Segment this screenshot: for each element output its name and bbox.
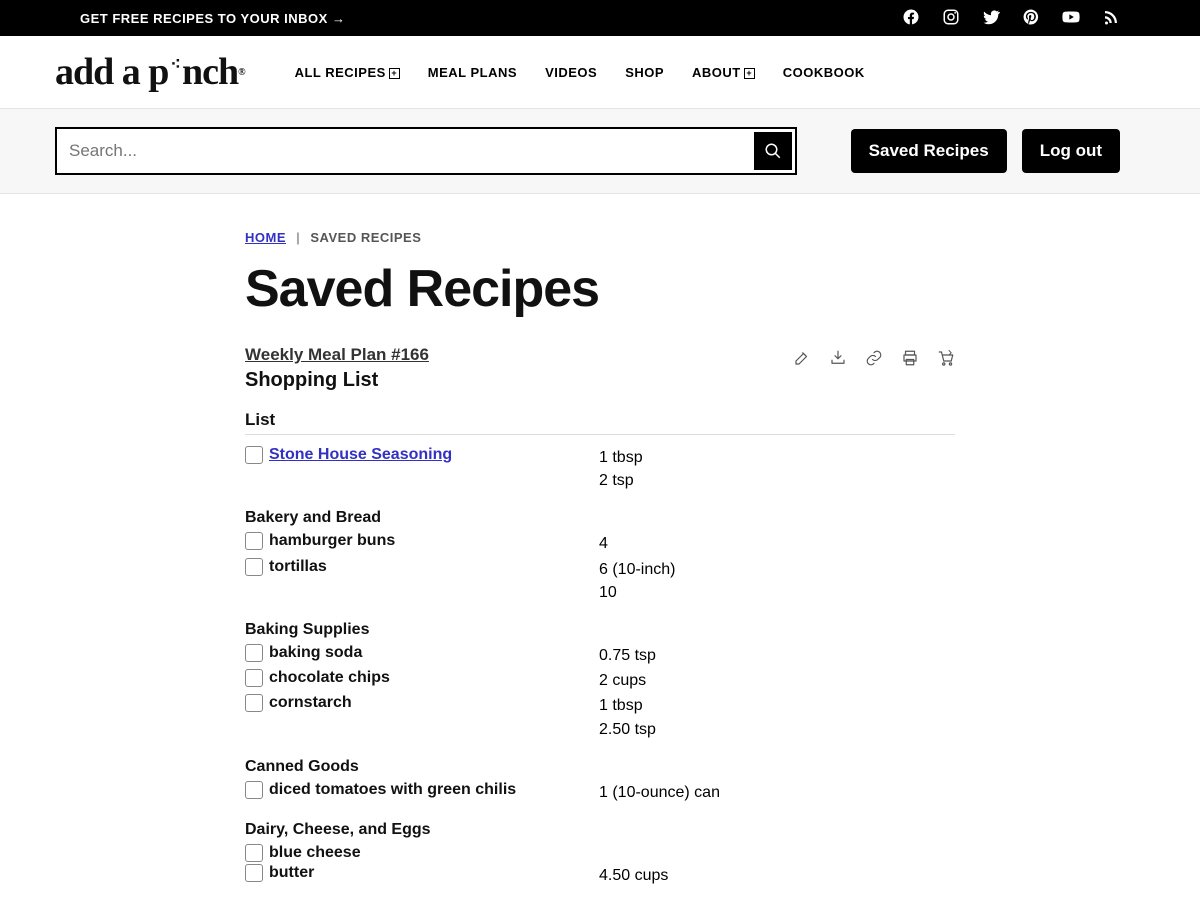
- section-label-list: List: [245, 410, 955, 435]
- social-links: [902, 8, 1120, 29]
- breadcrumb-current: SAVED RECIPES: [310, 230, 421, 245]
- item-checkbox[interactable]: [245, 781, 263, 799]
- logo-text-b: nch: [182, 50, 238, 94]
- download-icon[interactable]: [829, 349, 847, 367]
- item-checkbox[interactable]: [245, 844, 263, 862]
- item-checkbox[interactable]: [245, 558, 263, 576]
- page-title: Saved Recipes: [245, 259, 955, 319]
- breadcrumb: HOME | SAVED RECIPES: [245, 230, 955, 245]
- print-icon[interactable]: [901, 349, 919, 367]
- item-qty: 10: [599, 581, 955, 604]
- breadcrumb-sep: |: [296, 230, 300, 245]
- list-item: chocolate chips2 cups: [245, 668, 955, 693]
- plus-icon: +: [389, 68, 400, 79]
- item-qty: 2.50 tsp: [599, 718, 955, 741]
- facebook-icon[interactable]: [902, 8, 920, 29]
- youtube-icon[interactable]: [1062, 8, 1080, 29]
- list-item: blue cheese: [245, 843, 955, 863]
- item-name: blue cheese: [269, 844, 599, 862]
- search-box: [55, 127, 797, 175]
- search-icon: [764, 142, 782, 160]
- edit-icon[interactable]: [793, 349, 811, 367]
- nav-meal-plans[interactable]: MEAL PLANS: [428, 65, 517, 80]
- logo-text-a: add a p: [55, 50, 168, 94]
- item-checkbox[interactable]: [245, 644, 263, 662]
- item-name-link[interactable]: Stone House Seasoning: [269, 446, 599, 464]
- item-qty: 0.75 tsp: [599, 644, 955, 667]
- list-item: hamburger buns4: [245, 531, 955, 556]
- list-item: baking soda0.75 tsp: [245, 643, 955, 668]
- plus-icon: +: [744, 68, 755, 79]
- item-name: butter: [269, 864, 599, 882]
- category-heading: Canned Goods: [245, 758, 955, 776]
- site-logo[interactable]: add a p nch®: [55, 50, 245, 94]
- saved-recipes-button[interactable]: Saved Recipes: [851, 129, 1007, 173]
- item-qty-col: 4: [599, 532, 955, 555]
- item-checkbox[interactable]: [245, 694, 263, 712]
- item-name: diced tomatoes with green chilis: [269, 781, 599, 799]
- meal-plan-link[interactable]: Weekly Meal Plan #166: [245, 345, 429, 364]
- category-heading: Dairy, Cheese, and Eggs: [245, 821, 955, 839]
- item-qty: 4.50 cups: [599, 864, 955, 887]
- list-header: Weekly Meal Plan #166 Shopping List: [245, 345, 955, 392]
- item-name: baking soda: [269, 644, 599, 662]
- category-heading: Baking Supplies: [245, 621, 955, 639]
- item-checkbox[interactable]: [245, 669, 263, 687]
- nav-links: ALL RECIPES+ MEAL PLANS VIDEOS SHOP ABOU…: [295, 65, 865, 80]
- item-qty-col: 1 tbsp2.50 tsp: [599, 694, 955, 740]
- nav-about[interactable]: ABOUT+: [692, 65, 755, 80]
- nav-cookbook[interactable]: COOKBOOK: [783, 65, 865, 80]
- item-name: chocolate chips: [269, 669, 599, 687]
- item-qty: 1 tbsp: [599, 446, 955, 469]
- search-row: Saved Recipes Log out: [0, 109, 1200, 194]
- item-checkbox[interactable]: [245, 446, 263, 464]
- list-item: cornstarch1 tbsp2.50 tsp: [245, 693, 955, 741]
- shopping-list-title: Shopping List: [245, 369, 429, 392]
- nav-shop[interactable]: SHOP: [625, 65, 664, 80]
- item-name: hamburger buns: [269, 532, 599, 550]
- logout-button[interactable]: Log out: [1022, 129, 1120, 173]
- item-qty-col: 0.75 tsp: [599, 644, 955, 667]
- category-heading: Bakery and Bread: [245, 509, 955, 527]
- top-promo-bar: GET FREE RECIPES TO YOUR INBOX →: [0, 0, 1200, 36]
- search-input[interactable]: [57, 129, 751, 173]
- nav-all-recipes[interactable]: ALL RECIPES+: [295, 65, 400, 80]
- search-button[interactable]: [754, 132, 792, 170]
- shopping-sections: Stone House Seasoning1 tbsp2 tspBakery a…: [245, 445, 955, 888]
- item-qty-col: 6 (10-inch)10: [599, 558, 955, 604]
- logo-dots-icon: [170, 36, 180, 80]
- main-content: HOME | SAVED RECIPES Saved Recipes Weekl…: [245, 194, 955, 908]
- logo-reg: ®: [238, 67, 244, 78]
- item-qty: 2 tsp: [599, 469, 955, 492]
- item-qty-col: 2 cups: [599, 669, 955, 692]
- instagram-icon[interactable]: [942, 8, 960, 29]
- link-icon[interactable]: [865, 349, 883, 367]
- item-qty-col: 4.50 cups: [599, 864, 955, 887]
- list-item: butter4.50 cups: [245, 863, 955, 888]
- cart-icon[interactable]: [937, 349, 955, 367]
- item-qty: 2 cups: [599, 669, 955, 692]
- item-qty-col: 1 (10-ounce) can: [599, 781, 955, 804]
- main-nav: add a p nch® ALL RECIPES+ MEAL PLANS VIDE…: [0, 36, 1200, 109]
- item-name: cornstarch: [269, 694, 599, 712]
- twitter-icon[interactable]: [982, 8, 1000, 29]
- item-qty: 1 (10-ounce) can: [599, 781, 955, 804]
- item-checkbox[interactable]: [245, 532, 263, 550]
- rss-icon[interactable]: [1102, 8, 1120, 29]
- inbox-cta-link[interactable]: GET FREE RECIPES TO YOUR INBOX →: [80, 11, 345, 26]
- list-item: Stone House Seasoning1 tbsp2 tsp: [245, 445, 955, 493]
- breadcrumb-home[interactable]: HOME: [245, 230, 286, 245]
- pinterest-icon[interactable]: [1022, 8, 1040, 29]
- item-qty: 4: [599, 532, 955, 555]
- nav-videos[interactable]: VIDEOS: [545, 65, 597, 80]
- item-qty: 6 (10-inch): [599, 558, 955, 581]
- item-qty: 1 tbsp: [599, 694, 955, 717]
- item-qty-col: 1 tbsp2 tsp: [599, 446, 955, 492]
- list-item: diced tomatoes with green chilis1 (10-ou…: [245, 780, 955, 805]
- item-checkbox[interactable]: [245, 864, 263, 882]
- list-item: tortillas6 (10-inch)10: [245, 557, 955, 605]
- list-toolbar: [793, 349, 955, 367]
- item-name: tortillas: [269, 558, 599, 576]
